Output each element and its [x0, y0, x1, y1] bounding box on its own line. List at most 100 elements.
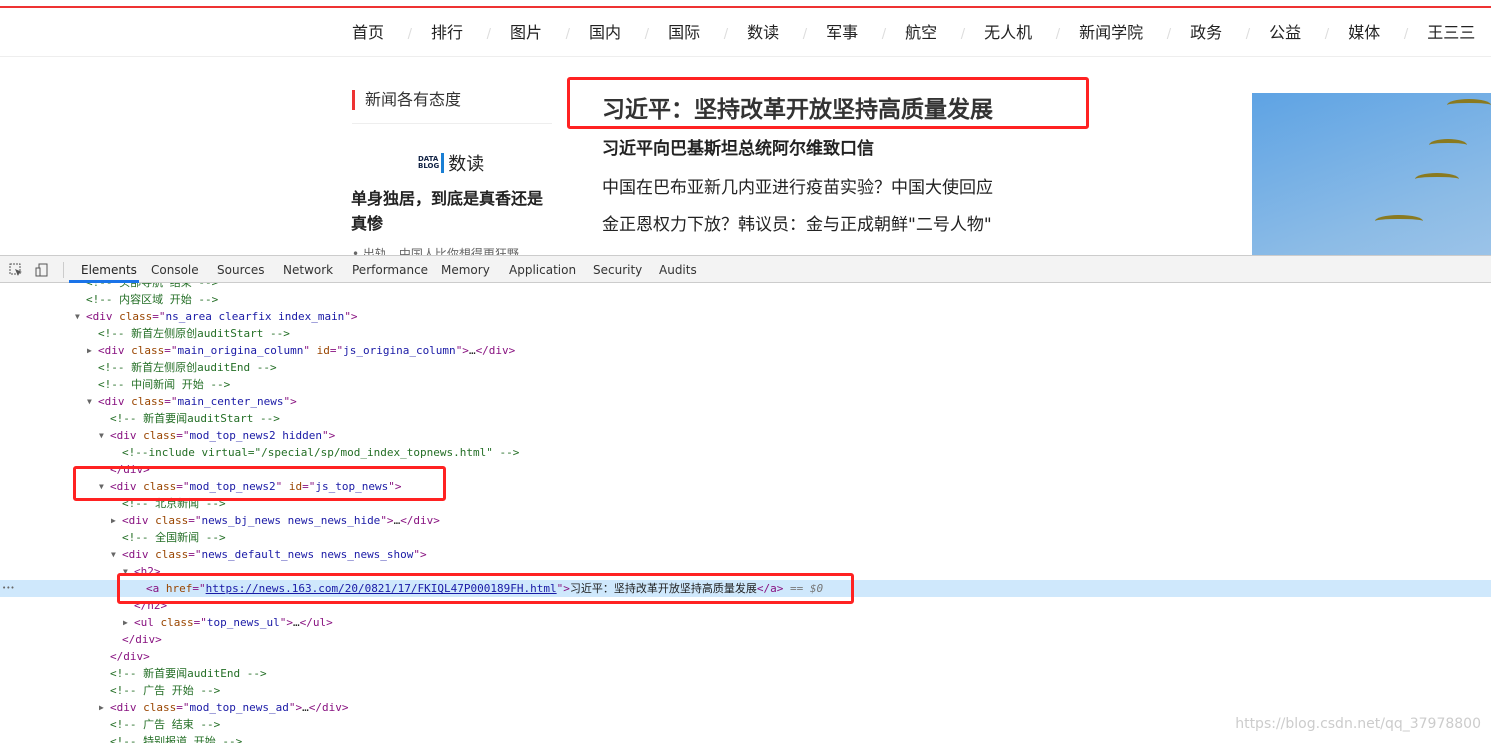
nav-item-label: 国内 — [589, 23, 622, 42]
tab-network[interactable]: Network — [283, 263, 333, 277]
dom-node-line[interactable]: <!-- 新首要闻auditStart --> — [0, 410, 1491, 427]
dom-node-line[interactable]: ▶ <div class="mod_top_news_ad">…</div> — [0, 699, 1491, 716]
collapse-triangle-icon[interactable]: ▼ — [111, 546, 116, 563]
nav-separator: / — [407, 27, 413, 42]
code-token-val: news_default_news news_news_show — [201, 548, 414, 561]
tab-memory[interactable]: Memory — [441, 263, 490, 277]
news-link[interactable]: 金正恩权力下放？韩议员：金与正成朝鲜"二号人物" — [602, 210, 992, 235]
nav-item[interactable]: 国内 / — [589, 22, 649, 44]
dom-node-line[interactable]: ▼ <div class="main_center_news"> — [0, 393, 1491, 410]
nav-separator: / — [960, 27, 966, 42]
nav-separator: / — [802, 27, 808, 42]
code-token-attr: class — [131, 395, 165, 408]
nav-item[interactable]: 新闻学院 / — [1079, 22, 1171, 44]
code-token-lk[interactable]: https://news.163.com/20/0821/17/FKIQL47P… — [206, 582, 557, 595]
dom-node-line[interactable]: <!-- 全国新闻 --> — [0, 529, 1491, 546]
expand-triangle-icon[interactable]: ▶ — [123, 614, 128, 631]
collapse-triangle-icon[interactable]: ▼ — [75, 308, 80, 325]
dom-node-line[interactable]: ▼ <div class="news_default_news news_news… — [0, 546, 1491, 563]
nav-separator: / — [881, 27, 887, 42]
code-token-cm: <!-- 新首左侧原创auditEnd --> — [98, 361, 277, 374]
dom-node-line[interactable]: <!--include virtual="/special/sp/mod_ind… — [0, 444, 1491, 461]
dom-node-line[interactable]: <!-- 新首要闻auditEnd --> — [0, 665, 1491, 682]
nav-item[interactable]: 首页 / — [352, 22, 412, 44]
dom-node-line[interactable]: </div> — [0, 461, 1491, 478]
code-token-tag: <div — [98, 344, 132, 357]
code-token-attr: class — [143, 701, 177, 714]
top-headline-link[interactable]: 习近平：坚持改革开放坚持高质量发展 — [602, 90, 993, 124]
news-link[interactable]: 中国在巴布亚新几内亚进行疫苗实验？中国大使回应 — [602, 173, 993, 198]
tab-security[interactable]: Security — [593, 263, 642, 277]
dom-node-line[interactable]: ▼ <div class="mod_top_news2" id="js_top_n… — [0, 478, 1491, 495]
dom-node-line[interactable]: <!-- 新首左侧原创auditEnd --> — [0, 359, 1491, 376]
device-toolbar-icon[interactable] — [35, 263, 49, 277]
dom-node-line[interactable]: ••• <a href="https://news.163.com/20/0821… — [0, 580, 1491, 597]
tab-sources[interactable]: Sources — [217, 263, 264, 277]
dom-node-line[interactable]: <!-- 头部导航 结束 --> — [0, 283, 1491, 291]
more-options-icon[interactable]: ••• — [2, 580, 15, 597]
dom-node-line[interactable]: ▼ <div class="mod_top_news2 hidden"> — [0, 427, 1491, 444]
collapse-triangle-icon[interactable]: ▼ — [123, 563, 128, 580]
news-photo-paragliders[interactable] — [1252, 93, 1491, 255]
code-token-tag: =" — [192, 582, 206, 595]
code-token-tag: "> — [279, 616, 293, 629]
dom-node-line[interactable]: ▼ <div class="ns_area clearfix index_main… — [0, 308, 1491, 325]
code-token-val: mod_top_news2 — [189, 480, 276, 493]
left-news-headline[interactable]: 单身独居，到底是真香还是真惨 — [351, 186, 551, 236]
nav-item[interactable]: 王三三 — [1427, 22, 1475, 44]
nav-item-label: 王三三 — [1427, 23, 1476, 42]
nav-item[interactable]: 航空 / — [905, 22, 965, 44]
dom-node-line[interactable]: <!-- 广告 开始 --> — [0, 682, 1491, 699]
elements-dom-tree[interactable]: <!-- 头部导航 结束 --> <!-- 内容区域 开始 --> ▼ <div cl… — [0, 283, 1491, 743]
code-token-cm: <!-- 北京新闻 --> — [122, 497, 226, 510]
expand-triangle-icon[interactable]: ▶ — [111, 512, 116, 529]
code-token-tag: "> — [344, 310, 358, 323]
tab-audits[interactable]: Audits — [659, 263, 697, 277]
datablog-logo[interactable]: DATA BLOG 数读 — [418, 150, 484, 176]
dom-node-line[interactable]: ▶ <ul class="top_news_ul">…</ul> — [0, 614, 1491, 631]
dom-node-line[interactable]: <!-- 北京新闻 --> — [0, 495, 1491, 512]
dom-node-line[interactable]: ▶ <div class="main_origina_column" id="js… — [0, 342, 1491, 359]
nav-item[interactable]: 军事 / — [826, 22, 886, 44]
dom-node-line[interactable]: ▶ <div class="news_bj_news news_news_hide… — [0, 512, 1491, 529]
nav-item-label: 航空 — [905, 23, 938, 42]
nav-item[interactable]: 无人机 / — [984, 22, 1060, 44]
collapse-triangle-icon[interactable]: ▼ — [99, 478, 104, 495]
expand-triangle-icon[interactable]: ▶ — [99, 699, 104, 716]
devtools-toolbar: Elements Console Sources Network Performance… — [0, 255, 1491, 283]
code-token-tag: "> — [288, 701, 303, 714]
dom-node-line[interactable]: <!-- 中间新闻 开始 --> — [0, 376, 1491, 393]
nav-separator: / — [1245, 27, 1251, 42]
dom-node-line[interactable]: <!-- 内容区域 开始 --> — [0, 291, 1491, 308]
dom-node-line[interactable]: </div> — [0, 648, 1491, 665]
nav-item[interactable]: 数读 / — [747, 22, 807, 44]
expand-triangle-icon[interactable]: ▶ — [87, 342, 92, 359]
collapse-triangle-icon[interactable]: ▼ — [99, 427, 104, 444]
tab-performance[interactable]: Performance — [352, 263, 428, 277]
nav-item[interactable]: 国际 / — [668, 22, 728, 44]
tab-elements[interactable]: Elements — [81, 263, 137, 277]
section-title: 新闻各有态度 — [352, 90, 461, 110]
code-token-tag: =" — [176, 480, 190, 493]
collapse-triangle-icon[interactable]: ▼ — [87, 393, 92, 410]
code-token-tag: <div — [110, 480, 144, 493]
code-token-tag: <div — [98, 395, 132, 408]
dom-node-line[interactable]: ▼ <h2> — [0, 563, 1491, 580]
dom-node-line[interactable]: <!-- 特别报道 开始 --> — [0, 733, 1491, 743]
sub-headline-link[interactable]: 习近平向巴基斯坦总统阿尔维致口信 — [602, 134, 874, 159]
nav-item[interactable]: 政务 / — [1190, 22, 1250, 44]
dom-node-line[interactable]: <!-- 新首左侧原创auditStart --> — [0, 325, 1491, 342]
nav-item[interactable]: 图片 / — [510, 22, 570, 44]
tab-application[interactable]: Application — [509, 263, 576, 277]
code-token-tag: "> — [388, 480, 402, 493]
dom-node-line[interactable]: </div> — [0, 631, 1491, 648]
nav-item[interactable]: 媒体 / — [1348, 22, 1408, 44]
inspect-element-icon[interactable] — [9, 263, 23, 277]
code-token-tag: </div> — [110, 463, 150, 476]
code-token-tag: =" — [193, 616, 207, 629]
nav-separator: / — [565, 27, 571, 42]
nav-item[interactable]: 公益 / — [1269, 22, 1329, 44]
nav-item[interactable]: 排行 / — [431, 22, 491, 44]
dom-node-line[interactable]: </h2> — [0, 597, 1491, 614]
tab-console[interactable]: Console — [151, 263, 199, 277]
